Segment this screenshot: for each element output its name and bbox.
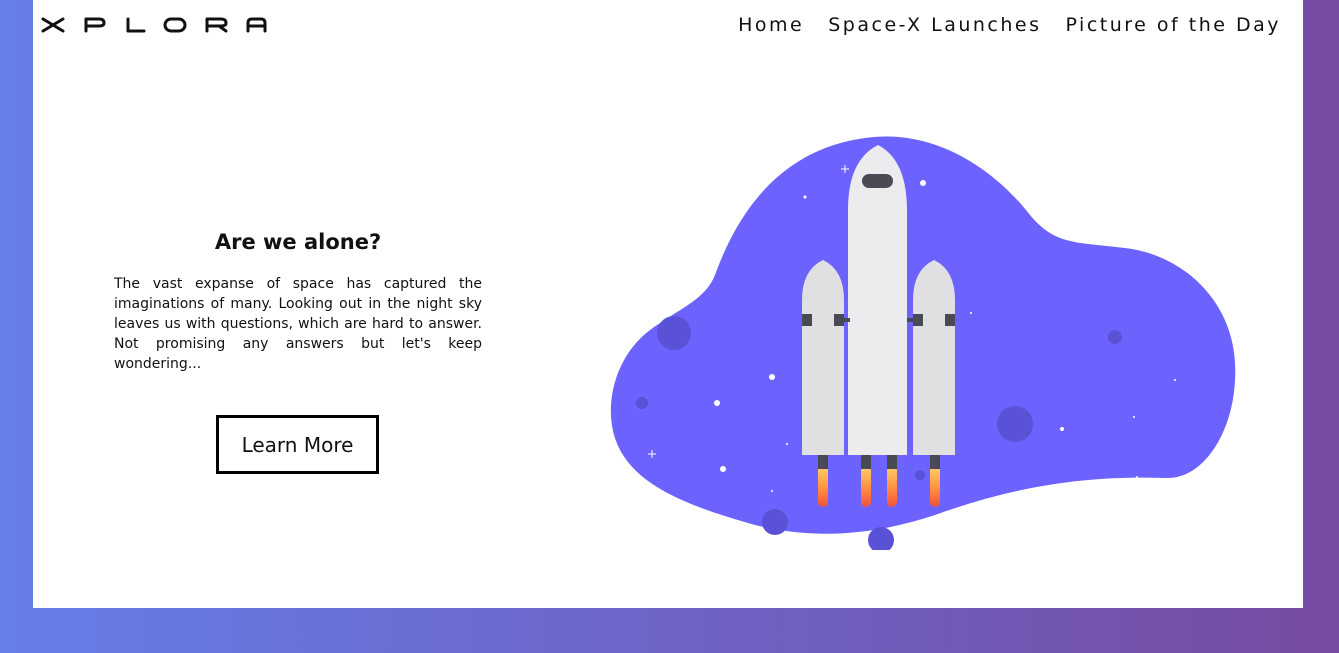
star <box>714 400 720 406</box>
star <box>803 195 807 199</box>
nozzle <box>887 455 897 469</box>
booster-left <box>802 260 844 455</box>
crater <box>915 470 925 480</box>
main-nav: Home Space-X Launches Picture of the Day <box>738 14 1281 36</box>
flame-center-left <box>861 465 871 507</box>
crater <box>657 316 691 350</box>
crater <box>762 509 788 535</box>
star <box>786 443 788 445</box>
brand-logo[interactable] <box>41 15 267 35</box>
center-core <box>848 145 907 455</box>
rocket-illustration <box>605 130 1245 555</box>
crater <box>868 527 894 553</box>
star <box>970 312 972 314</box>
star <box>769 374 775 380</box>
hero-title: Are we alone? <box>214 230 382 254</box>
flame-left <box>818 465 828 507</box>
hero-text: Are we alone? The vast expanse of space … <box>114 230 482 374</box>
flame-right <box>930 465 940 507</box>
nav-spacex-launches-link[interactable]: Space-X Launches <box>828 14 1041 36</box>
crater <box>1108 330 1122 344</box>
logo-wordmark <box>41 17 267 33</box>
star <box>1136 476 1138 478</box>
crater <box>636 397 648 409</box>
learn-more-button[interactable]: Learn More <box>216 415 379 474</box>
hero-description: The vast expanse of space has captured t… <box>114 276 482 372</box>
crater <box>997 406 1033 442</box>
rocket-illustration-svg <box>610 136 1236 553</box>
flame-center-right <box>887 465 897 507</box>
nav-picture-of-the-day-link[interactable]: Picture of the Day <box>1066 14 1281 36</box>
star <box>920 180 926 186</box>
booster-right <box>913 260 955 455</box>
star <box>720 466 726 472</box>
star <box>1133 416 1135 418</box>
nozzle <box>818 455 828 469</box>
nozzle <box>930 455 940 469</box>
star <box>1060 427 1064 431</box>
nav-home-link[interactable]: Home <box>738 14 804 36</box>
star <box>1174 379 1176 381</box>
nozzle <box>861 455 871 469</box>
star <box>771 490 773 492</box>
cockpit-window <box>862 174 893 188</box>
